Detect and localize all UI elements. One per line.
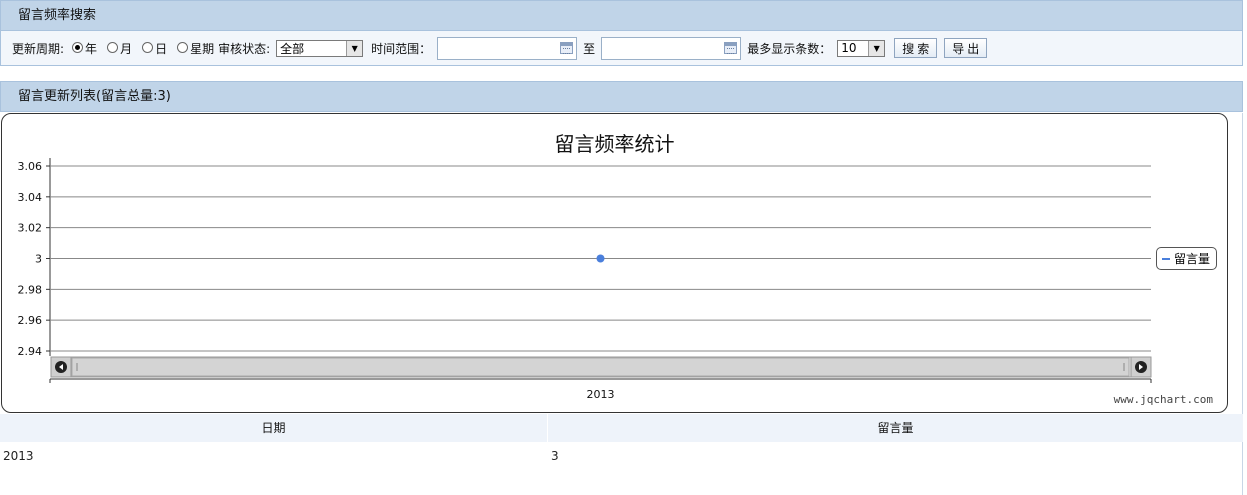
y-tick-label: 2.94 <box>18 345 43 358</box>
to-label: 至 <box>583 41 596 56</box>
list-panel-header: 留言更新列表(留言总量:3) <box>0 81 1243 112</box>
y-tick-label: 3 <box>35 253 42 266</box>
radio-day[interactable] <box>142 41 154 53</box>
search-panel-title: 留言频率搜索 <box>18 8 97 23</box>
status-select[interactable]: 全部 ▼ <box>276 39 364 57</box>
table-row: 2013 3 <box>0 442 1243 470</box>
time-from-input[interactable] <box>437 36 578 60</box>
column-header-count[interactable]: 留言量 <box>548 414 1243 442</box>
time-range-label: 时间范围： <box>371 41 432 56</box>
status-select-value: 全部 <box>280 41 305 56</box>
chart-container: 留言频率统计 3.06 3.04 3.02 3 2.98 2.96 2.94 2013 留言量… <box>1 113 1228 413</box>
search-button[interactable]: 搜索 <box>894 38 938 58</box>
chart-plot: 3.06 3.04 3.02 3 2.98 2.96 2.94 2013 <box>18 158 1152 401</box>
table-cell-date: 2013 <box>0 442 548 470</box>
column-header-date[interactable]: 日期 <box>0 414 548 442</box>
radio-year[interactable] <box>72 41 84 53</box>
period-option-week[interactable]: 星期 <box>177 40 214 57</box>
radio-week[interactable] <box>177 41 189 53</box>
legend-swatch <box>1162 257 1170 260</box>
max-count-select[interactable]: 10 ▼ <box>837 39 886 57</box>
table-header: 日期 留言量 <box>0 414 1243 442</box>
max-count-value: 10 <box>841 41 857 55</box>
search-bar: 更新周期: 年 月 日 星期 审核状态: 全部 ▼ 时间范围： 至 最多显示条数… <box>0 31 1243 66</box>
max-count-label: 最多显示条数： <box>747 41 832 56</box>
period-option-month[interactable]: 月 <box>107 40 132 57</box>
export-button[interactable]: 导出 <box>944 38 988 58</box>
calendar-icon[interactable] <box>560 41 574 54</box>
period-option-year[interactable]: 年 <box>72 40 97 57</box>
chart-legend: 留言量 <box>1156 247 1217 270</box>
list-panel-title: 留言更新列表(留言总量:3) <box>18 89 171 104</box>
chart-scrollbar-thumb[interactable] <box>71 357 1130 377</box>
chart-credit[interactable]: www.jqchart.com <box>1114 393 1213 406</box>
data-point[interactable] <box>596 254 605 263</box>
y-tick-label: 2.96 <box>18 314 43 327</box>
data-table: 日期 留言量 2013 3 <box>0 414 1243 470</box>
legend-label: 留言量 <box>1174 252 1211 266</box>
period-option-day[interactable]: 日 <box>142 40 167 57</box>
period-label: 更新周期: <box>12 41 65 56</box>
calendar-icon[interactable] <box>724 41 738 54</box>
chevron-down-icon[interactable]: ▼ <box>346 40 363 56</box>
y-tick-label: 3.06 <box>18 160 43 173</box>
search-panel-header: 留言频率搜索 <box>0 0 1243 31</box>
time-to-input[interactable] <box>601 36 742 60</box>
y-tick-label: 3.04 <box>18 191 43 204</box>
x-tick-label: 2013 <box>587 388 615 401</box>
status-label: 审核状态: <box>218 41 271 56</box>
y-tick-label: 3.02 <box>18 222 43 235</box>
radio-month[interactable] <box>107 41 119 53</box>
table-cell-count: 3 <box>551 449 559 463</box>
chevron-down-icon[interactable]: ▼ <box>868 40 885 56</box>
y-tick-label: 2.98 <box>18 283 43 296</box>
